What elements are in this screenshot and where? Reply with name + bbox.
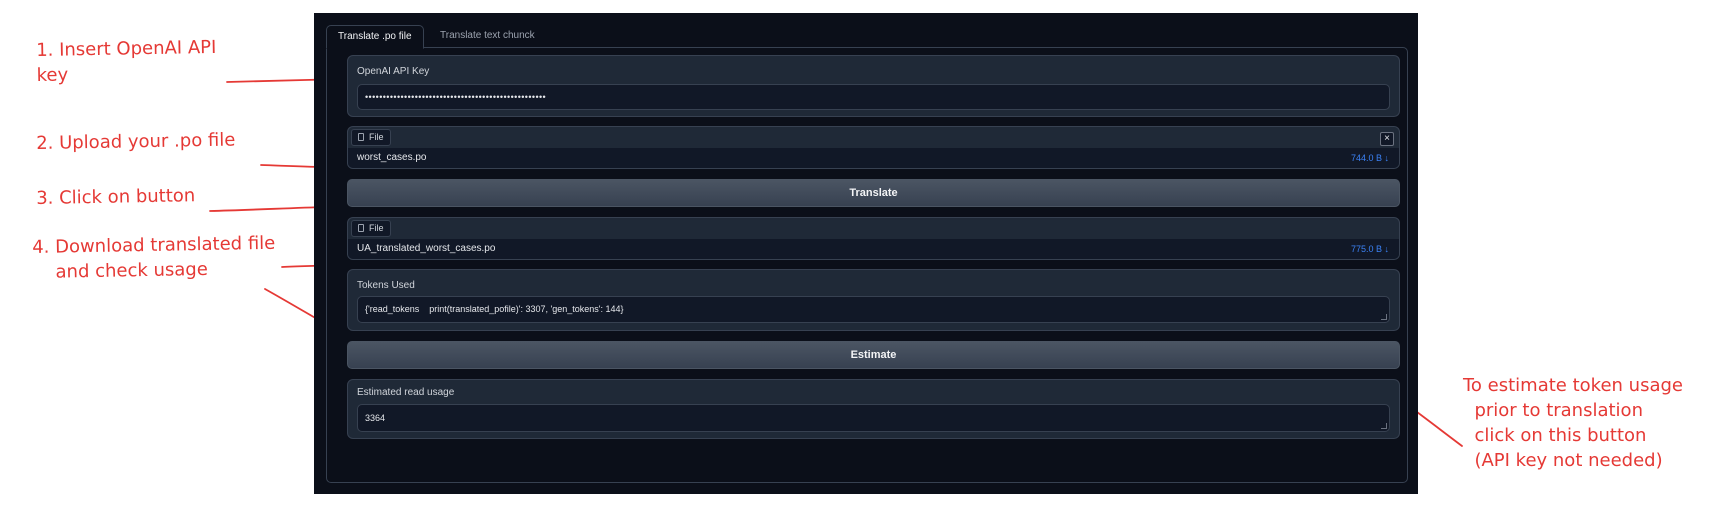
download-file-block: File UA_translated_worst_cases.po 775.0 …: [347, 217, 1400, 260]
uploaded-file-name: worst_cases.po: [357, 152, 427, 163]
translate-button[interactable]: Translate: [347, 179, 1400, 207]
tokens-used-block: Tokens Used {'read_tokens print(translat…: [347, 269, 1400, 331]
resize-handle[interactable]: [1381, 423, 1387, 429]
tokens-used-value: {'read_tokens print(translated_pofile)':…: [365, 304, 624, 314]
clear-file-button[interactable]: ×: [1380, 132, 1394, 146]
tokens-used-label: Tokens Used: [357, 280, 415, 291]
translated-file-name: UA_translated_worst_cases.po: [357, 243, 496, 254]
app-window: Translate .po file Translate text chunck…: [314, 13, 1418, 494]
estimated-usage-value: 3364: [365, 413, 386, 423]
file-icon: [358, 224, 364, 232]
download-file-chip-label: File: [369, 223, 384, 233]
api-key-label: OpenAI API Key: [357, 66, 430, 77]
estimated-usage-label: Estimated read usage: [357, 387, 455, 398]
translated-file-row: UA_translated_worst_cases.po 775.0 B ↓: [348, 238, 1399, 259]
translated-file-download-link[interactable]: 775.0 B ↓: [1351, 239, 1389, 259]
uploaded-file-row: worst_cases.po 744.0 B ↓: [348, 147, 1399, 168]
api-key-block: OpenAI API Key •••••••••••••••••••••••••…: [347, 55, 1400, 117]
file-icon: [358, 133, 364, 141]
tab-panel: OpenAI API Key •••••••••••••••••••••••••…: [326, 47, 1408, 483]
uploaded-file-download-link[interactable]: 744.0 B ↓: [1351, 148, 1389, 168]
resize-handle[interactable]: [1381, 314, 1387, 320]
tokens-used-output[interactable]: {'read_tokens print(translated_pofile)':…: [357, 296, 1390, 323]
estimate-button[interactable]: Estimate: [347, 341, 1400, 369]
upload-file-chip-label: File: [369, 132, 384, 142]
upload-file-block: File × worst_cases.po 744.0 B ↓: [347, 126, 1400, 169]
tab-translate-text-chunk[interactable]: Translate text chunck: [429, 25, 546, 47]
download-file-chip: File: [351, 220, 391, 237]
arrow-step-3: [209, 207, 326, 211]
tab-translate-po-file[interactable]: Translate .po file: [326, 25, 424, 49]
estimated-usage-output[interactable]: 3364: [357, 404, 1390, 432]
upload-file-chip: File: [351, 129, 391, 146]
api-key-input[interactable]: ••••••••••••••••••••••••••••••••••••••••…: [357, 84, 1390, 110]
estimated-usage-block: Estimated read usage 3364: [347, 379, 1400, 439]
